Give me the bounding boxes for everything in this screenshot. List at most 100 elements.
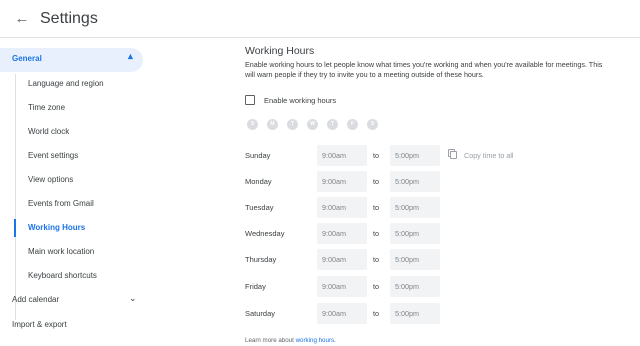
sidebar-item-keyboard-shortcuts[interactable]: Keyboard shortcuts (0, 264, 148, 288)
chevron-down-icon: ⌄ (129, 293, 137, 303)
sidebar-item-label: Add calendar (12, 295, 60, 304)
start-time-field[interactable]: 9:00am (317, 171, 367, 192)
sidebar-item-time-zone[interactable]: Time zone (0, 96, 148, 120)
end-time-value: 5:00pm (395, 151, 419, 160)
start-time-value: 9:00am (322, 309, 346, 318)
day-chip-tuesday[interactable]: T (287, 119, 298, 130)
start-time-value: 9:00am (322, 255, 346, 264)
day-name: Sunday (245, 151, 271, 160)
end-time-value: 5:00pm (395, 203, 419, 212)
start-time-field[interactable]: 9:00am (317, 197, 367, 218)
start-time-value: 9:00am (322, 203, 346, 212)
settings-sidebar: General ▼ Language and region Time zone … (0, 38, 148, 346)
sidebar-item-label: Main work location (28, 247, 95, 256)
sidebar-item-language-and-region[interactable]: Language and region (0, 72, 148, 96)
start-time-field[interactable]: 9:00am (317, 303, 367, 324)
end-time-field[interactable]: 5:00pm (390, 145, 440, 166)
to-separator: to (373, 309, 379, 318)
to-separator: to (373, 177, 379, 186)
sidebar-item-working-hours[interactable]: Working Hours (0, 216, 148, 240)
sidebar-item-label: Import & export (12, 320, 67, 329)
day-name: Tuesday (245, 203, 274, 212)
sidebar-item-main-work-location[interactable]: Main work location (0, 240, 148, 264)
end-time-value: 5:00pm (395, 177, 419, 186)
sidebar-item-world-clock[interactable]: World clock (0, 120, 148, 144)
to-separator: to (373, 151, 379, 160)
sidebar-item-add-calendar[interactable]: Add calendar ⌄ (0, 288, 148, 312)
schedule-row-wednesday: Wednesday 9:00am to 5:00pm (245, 223, 545, 244)
schedule-row-monday: Monday 9:00am to 5:00pm (245, 171, 545, 192)
end-time-field[interactable]: 5:00pm (390, 171, 440, 192)
start-time-value: 9:00am (322, 151, 346, 160)
day-chip-monday[interactable]: M (267, 119, 278, 130)
day-name: Wednesday (245, 229, 285, 238)
back-button[interactable]: ← (12, 9, 32, 29)
learn-more-text: Learn more about working hours. (245, 337, 336, 344)
sidebar-item-label: World clock (28, 127, 70, 136)
arrow-back-icon: ← (14, 10, 30, 27)
day-name: Saturday (245, 309, 276, 318)
end-time-field[interactable]: 5:00pm (390, 249, 440, 270)
copy-icon (448, 149, 457, 160)
end-time-value: 5:00pm (395, 309, 419, 318)
to-separator: to (373, 229, 379, 238)
section-description: Enable working hours to let people know … (245, 60, 603, 79)
sidebar-item-label: Event settings (28, 151, 79, 160)
section-title: Working Hours (245, 45, 315, 57)
to-separator: to (373, 203, 379, 212)
day-chip-saturday[interactable]: S (367, 119, 378, 130)
start-time-field[interactable]: 9:00am (317, 276, 367, 297)
start-time-field[interactable]: 9:00am (317, 249, 367, 270)
working-hours-link[interactable]: working hours (296, 337, 335, 344)
start-time-field[interactable]: 9:00am (317, 145, 367, 166)
schedule-row-tuesday: Tuesday 9:00am to 5:00pm (245, 197, 545, 218)
copy-time-to-all-button[interactable]: Copy time to all (448, 149, 538, 163)
sidebar-item-label: Language and region (28, 79, 104, 88)
end-time-value: 5:00pm (395, 229, 419, 238)
checkbox-label: Enable working hours (264, 96, 337, 105)
to-separator: to (373, 255, 379, 264)
end-time-field[interactable]: 5:00pm (390, 197, 440, 218)
end-time-field[interactable]: 5:00pm (390, 276, 440, 297)
learn-more-prefix: Learn more about (245, 337, 296, 344)
sidebar-item-general[interactable]: General ▼ (0, 48, 143, 72)
start-time-value: 9:00am (322, 177, 346, 186)
start-time-field[interactable]: 9:00am (317, 223, 367, 244)
sidebar-item-label: View options (28, 175, 74, 184)
day-chip-sunday[interactable]: S (247, 119, 258, 130)
end-time-value: 5:00pm (395, 282, 419, 291)
learn-more-suffix: . (334, 337, 336, 344)
sidebar-item-label: Time zone (28, 103, 66, 112)
start-time-value: 9:00am (322, 282, 346, 291)
schedule-row-friday: Friday 9:00am to 5:00pm (245, 276, 545, 297)
sidebar-item-view-options[interactable]: View options (0, 168, 148, 192)
day-chip-wednesday[interactable]: W (307, 119, 318, 130)
sidebar-item-label: General (12, 54, 42, 63)
sidebar-item-event-settings[interactable]: Event settings (0, 144, 148, 168)
end-time-field[interactable]: 5:00pm (390, 303, 440, 324)
day-name: Friday (245, 282, 266, 291)
copy-time-label: Copy time to all (464, 151, 514, 160)
page-title: Settings (40, 10, 98, 27)
end-time-field[interactable]: 5:00pm (390, 223, 440, 244)
checkbox-box[interactable] (245, 95, 255, 105)
working-hours-panel: Working Hours Enable working hours to le… (245, 38, 640, 346)
day-chip-thursday[interactable]: T (327, 119, 338, 130)
enable-working-hours-checkbox[interactable]: Enable working hours (245, 94, 405, 108)
schedule-row-saturday: Saturday 9:00am to 5:00pm (245, 303, 545, 324)
active-indicator (14, 219, 16, 237)
top-bar: ← Settings (0, 0, 640, 38)
schedule-row-thursday: Thursday 9:00am to 5:00pm (245, 249, 545, 270)
sidebar-item-events-from-gmail[interactable]: Events from Gmail (0, 192, 148, 216)
to-separator: to (373, 282, 379, 291)
sidebar-item-import-export[interactable]: Import & export (0, 313, 148, 337)
sidebar-item-label: Events from Gmail (28, 199, 94, 208)
day-name: Thursday (245, 255, 277, 264)
sidebar-item-label: Keyboard shortcuts (28, 271, 97, 280)
day-chip-friday[interactable]: F (347, 119, 358, 130)
end-time-value: 5:00pm (395, 255, 419, 264)
sidebar-item-label: Working Hours (28, 223, 86, 232)
start-time-value: 9:00am (322, 229, 346, 238)
day-name: Monday (245, 177, 272, 186)
chevron-up-icon: ▼ (126, 52, 135, 62)
